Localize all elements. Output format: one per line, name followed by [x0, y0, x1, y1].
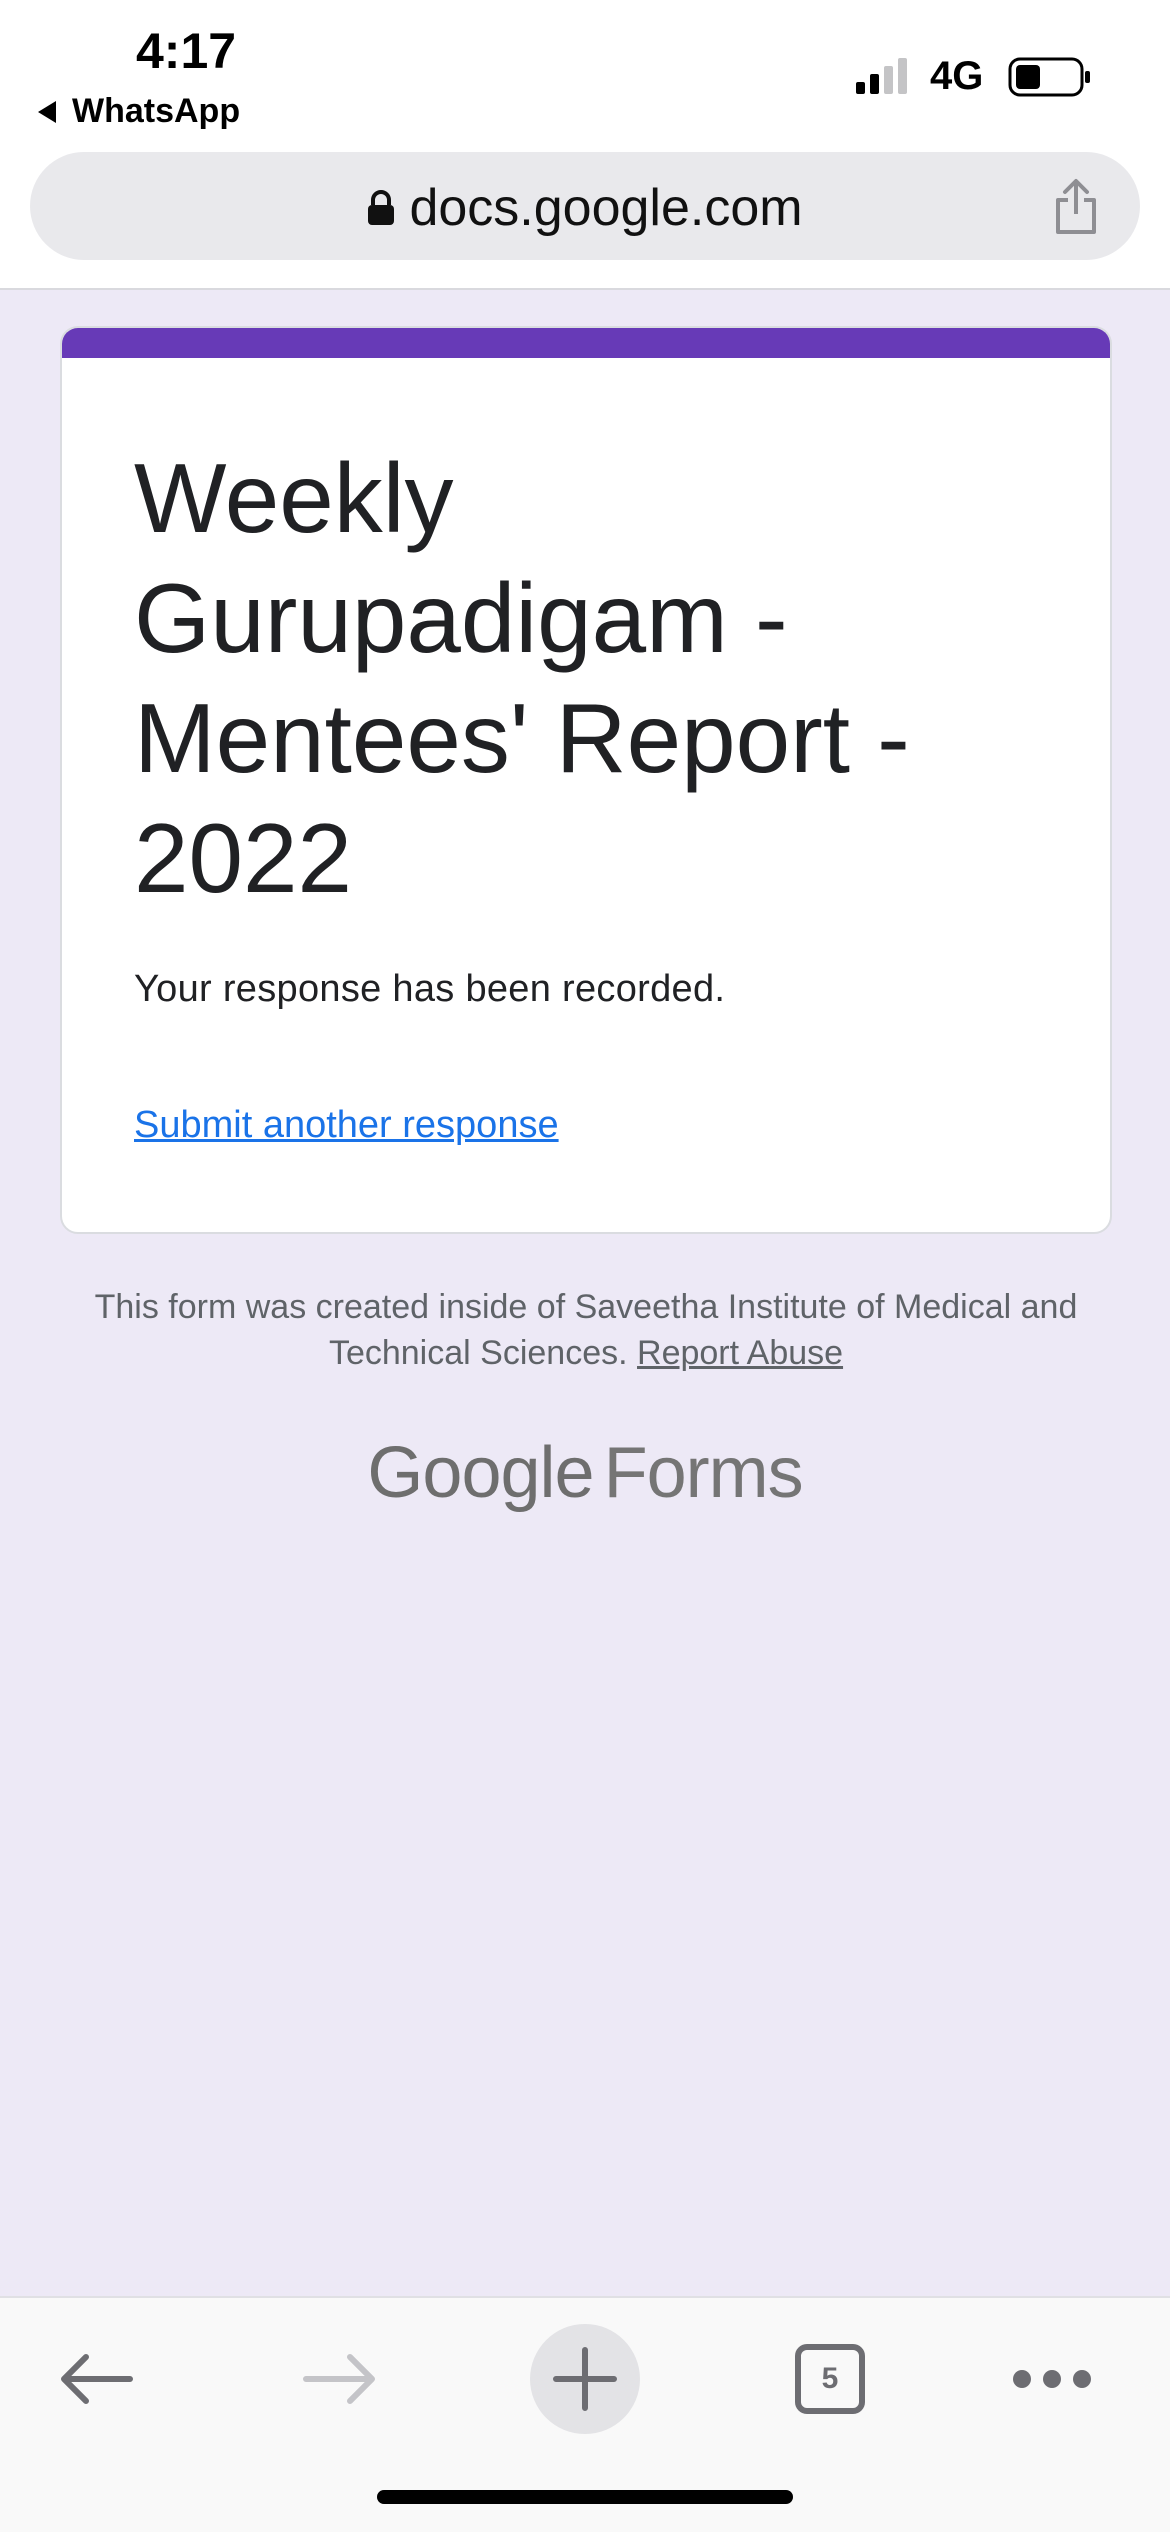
submit-another-response-link[interactable]: Submit another response [134, 1104, 559, 1147]
new-tab-button[interactable] [525, 2324, 645, 2434]
form-title: Weekly Gurupadigam - Mentees' Report - 2… [134, 443, 910, 913]
status-time: 4:17 [136, 23, 237, 79]
address-bar[interactable]: docs.google.com [30, 152, 1140, 260]
back-arrow-icon [61, 2354, 133, 2404]
google-forms-logo: Google Forms [0, 1432, 1170, 1514]
more-button[interactable] [992, 2324, 1112, 2434]
form-card: Weekly Gurupadigam - Mentees' Report - 2… [60, 326, 1112, 1234]
back-button[interactable] [36, 2324, 156, 2434]
forward-arrow-icon [303, 2354, 375, 2404]
url-text: docs.google.com [409, 179, 803, 237]
report-abuse-link[interactable]: Report Abuse [637, 1334, 843, 1372]
plus-icon [553, 2347, 617, 2411]
tab-count: 5 [821, 2362, 839, 2395]
tabs-icon: 5 [795, 2344, 865, 2414]
new-tab-circle [530, 2324, 640, 2434]
battery-icon [1008, 57, 1090, 97]
browser-header: 4:17 WhatsApp 4G docs.google.com [0, 0, 1170, 290]
more-icon [1013, 2370, 1091, 2388]
back-app-label: WhatsApp [72, 92, 241, 130]
signal-icon [856, 58, 907, 94]
back-to-app-button[interactable]: WhatsApp [38, 92, 240, 131]
form-accent-bar [62, 328, 1110, 358]
brand-google: Google [367, 1433, 594, 1513]
brand-forms: Forms [603, 1433, 804, 1513]
forward-button[interactable] [280, 2324, 400, 2434]
back-triangle-icon [38, 100, 56, 123]
response-recorded-message: Your response has been recorded. [134, 968, 726, 1010]
tabs-button[interactable]: 5 [770, 2324, 890, 2434]
network-type: 4G [930, 54, 984, 98]
share-icon[interactable] [1052, 178, 1100, 236]
lock-icon [368, 190, 395, 225]
form-footer-note: This form was created inside of Saveetha… [60, 1284, 1112, 1376]
footer-note-text: This form was created inside of Saveetha… [94, 1288, 1078, 1372]
home-indicator[interactable] [377, 2490, 793, 2504]
url-display[interactable]: docs.google.com [30, 178, 1140, 238]
